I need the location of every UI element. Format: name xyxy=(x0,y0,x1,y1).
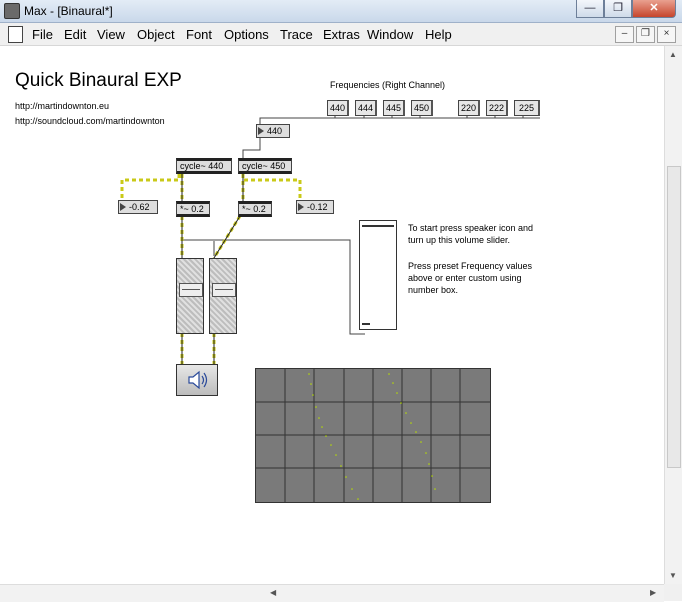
scroll-left-icon[interactable]: ◀ xyxy=(270,588,276,597)
scroll-down-icon[interactable]: ▼ xyxy=(669,571,677,580)
frequency-value: 440 xyxy=(267,126,283,136)
menu-file[interactable]: File xyxy=(32,27,53,42)
preset-450[interactable]: 450 xyxy=(411,100,433,116)
frequency-number-box[interactable]: 440 xyxy=(256,124,290,138)
menu-bar: File Edit View Object Font Options Trace… xyxy=(0,23,682,46)
instruction-text-2: Press preset Frequency values above or e… xyxy=(408,261,533,295)
document-window-controls: – ❐ × xyxy=(615,26,676,43)
multiply-right-object[interactable]: *~ 0.2 xyxy=(238,201,272,217)
right-signal-value: -0.12 xyxy=(307,202,328,212)
menu-help[interactable]: Help xyxy=(425,27,452,42)
scope-trace xyxy=(308,373,436,500)
menu-options[interactable]: Options xyxy=(224,27,269,42)
doc-restore-button[interactable]: ❐ xyxy=(636,26,655,43)
minimize-button[interactable]: — xyxy=(576,0,604,18)
preset-220[interactable]: 220 xyxy=(458,100,480,116)
gain-slider-right[interactable] xyxy=(209,258,237,334)
vertical-scroll-thumb[interactable] xyxy=(667,166,681,468)
preset-444[interactable]: 444 xyxy=(355,100,377,116)
preset-222[interactable]: 222 xyxy=(486,100,508,116)
volume-slider-top-handle[interactable] xyxy=(362,225,394,227)
number-arrow-icon xyxy=(258,127,264,135)
preset-445[interactable]: 445 xyxy=(383,100,405,116)
scroll-right-icon[interactable]: ▶ xyxy=(650,588,656,597)
gain-slider-left[interactable] xyxy=(176,258,204,334)
left-signal-value: -0.62 xyxy=(129,202,150,212)
close-button[interactable]: ✕ xyxy=(632,0,676,18)
preset-225[interactable]: 225 xyxy=(514,100,540,116)
left-signal-number[interactable]: -0.62 xyxy=(118,200,158,214)
menu-window[interactable]: Window xyxy=(367,27,413,42)
menu-extras[interactable]: Extras xyxy=(323,27,360,42)
instruction-text-1: To start press speaker icon and turn up … xyxy=(408,223,534,245)
link-soundcloud: http://soundcloud.com/martindownton xyxy=(15,116,165,126)
cycle-left-object[interactable]: cycle~ 440 xyxy=(176,158,232,174)
patcher-canvas[interactable]: Quick Binaural EXP http://martindownton.… xyxy=(0,46,664,584)
volume-slider-indicator xyxy=(362,323,370,325)
speaker-toggle-button[interactable] xyxy=(176,364,218,396)
oscilloscope-display xyxy=(255,368,491,503)
max-app-icon xyxy=(4,3,20,19)
window-controls: — ❐ ✕ xyxy=(576,0,676,18)
preset-440[interactable]: 440 xyxy=(327,100,349,116)
menu-object[interactable]: Object xyxy=(137,27,175,42)
slider-knob[interactable] xyxy=(179,283,203,297)
horizontal-scrollbar[interactable]: ◀ ▶ xyxy=(0,584,664,602)
right-signal-number[interactable]: -0.12 xyxy=(296,200,334,214)
link-website: http://martindownton.eu xyxy=(15,101,110,111)
multiply-left-object[interactable]: *~ 0.2 xyxy=(176,201,210,217)
number-arrow-icon xyxy=(120,203,126,211)
doc-close-button[interactable]: × xyxy=(657,26,676,43)
menu-font[interactable]: Font xyxy=(186,27,212,42)
volume-slider[interactable] xyxy=(359,220,397,330)
title-bar: Max - [Binaural*] — ❐ ✕ xyxy=(0,0,682,23)
frequencies-label: Frequencies (Right Channel) xyxy=(330,80,446,90)
window-title: Max - [Binaural*] xyxy=(24,4,113,18)
patch-title: Quick Binaural EXP xyxy=(15,70,182,91)
maximize-button[interactable]: ❐ xyxy=(604,0,632,18)
number-arrow-icon xyxy=(298,203,304,211)
scroll-up-icon[interactable]: ▲ xyxy=(669,50,677,59)
menu-trace[interactable]: Trace xyxy=(280,27,313,42)
speaker-icon xyxy=(188,370,208,390)
menu-view[interactable]: View xyxy=(97,27,125,42)
menu-edit[interactable]: Edit xyxy=(64,27,86,42)
cycle-right-object[interactable]: cycle~ 450 xyxy=(238,158,292,174)
scope-grid xyxy=(256,369,490,502)
slider-knob[interactable] xyxy=(212,283,236,297)
resize-grip[interactable] xyxy=(664,584,682,601)
vertical-scrollbar[interactable]: ▲ ▼ xyxy=(664,46,682,584)
doc-minimize-button[interactable]: – xyxy=(615,26,634,43)
document-icon[interactable] xyxy=(8,26,23,43)
